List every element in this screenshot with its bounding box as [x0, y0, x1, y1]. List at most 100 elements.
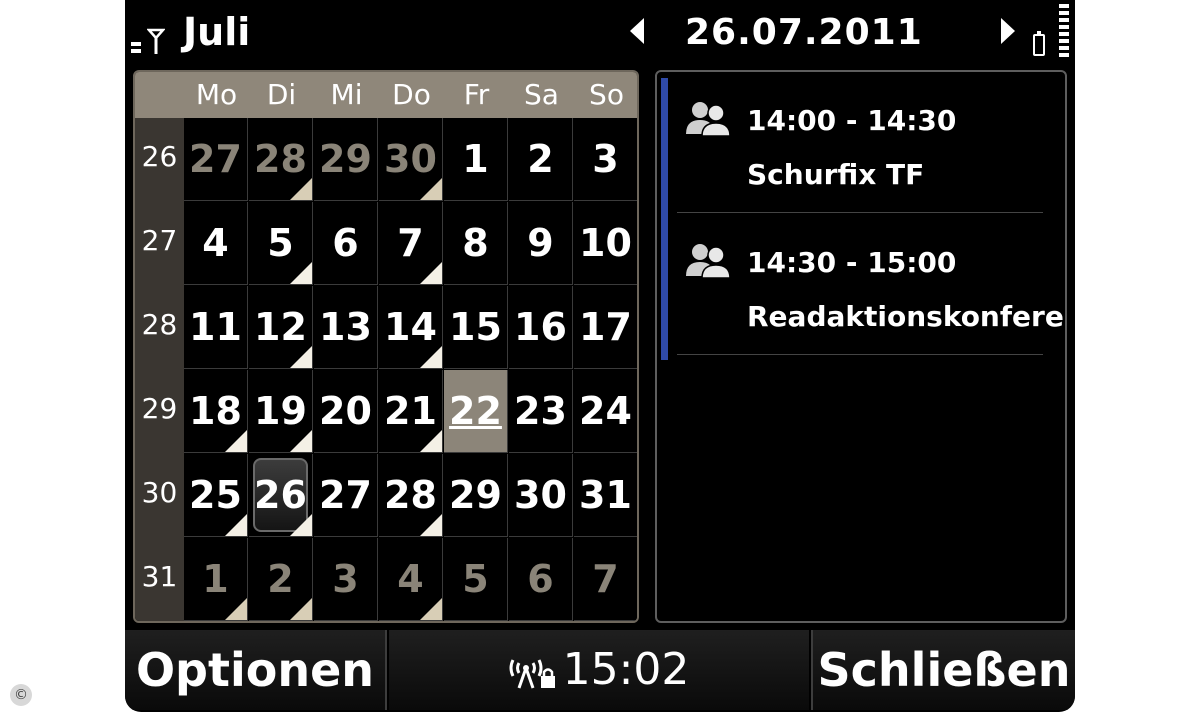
week-number: 31: [141, 560, 178, 593]
weekday-label: Sa: [524, 78, 559, 111]
copyright-icon: ©: [10, 684, 32, 706]
event-marker-icon: [290, 178, 312, 200]
day-cell[interactable]: 30: [509, 454, 573, 537]
event-marker-icon: [290, 262, 312, 284]
day-cell[interactable]: 17: [574, 286, 637, 369]
day-cell[interactable]: 1: [184, 538, 248, 621]
day-number: 24: [579, 389, 632, 433]
current-date: 26.07.2011: [685, 12, 923, 53]
softkey-bar: Optionen 15:02 Schließen: [125, 630, 1075, 712]
close-softkey[interactable]: Schließen: [811, 630, 1075, 710]
day-cell[interactable]: 29: [444, 454, 508, 537]
day-cell[interactable]: 30: [379, 118, 443, 201]
day-number: 11: [189, 305, 242, 349]
day-number: 31: [579, 473, 632, 517]
day-cell[interactable]: 1: [444, 118, 508, 201]
day-number: 19: [254, 389, 307, 433]
clock-time: 15:02: [562, 644, 690, 695]
day-cell[interactable]: 18: [184, 370, 248, 453]
event-marker-icon: [420, 178, 442, 200]
day-number: 8: [462, 221, 489, 265]
day-cell[interactable]: 4: [184, 202, 248, 285]
event-marker-icon: [290, 598, 312, 620]
day-cell[interactable]: 27: [184, 118, 248, 201]
day-events-panel: 14:00 - 14:30 Schurfix TF 14:30 - 15:00 …: [655, 70, 1067, 623]
day-cell[interactable]: 11: [184, 286, 248, 369]
month-label: Juli: [183, 10, 251, 54]
day-cell[interactable]: 27: [314, 454, 378, 537]
signal-strength-icon: [131, 42, 141, 60]
people-icon: [686, 244, 731, 278]
selected-day-cell[interactable]: 26: [249, 454, 313, 537]
day-cell[interactable]: 5: [249, 202, 313, 285]
day-cell[interactable]: 7: [379, 202, 443, 285]
day-number: 17: [579, 305, 632, 349]
day-cell[interactable]: 2: [249, 538, 313, 621]
day-cell[interactable]: 23: [509, 370, 573, 453]
event-marker-icon: [225, 598, 247, 620]
day-cell[interactable]: 25: [184, 454, 248, 537]
day-cell[interactable]: 20: [314, 370, 378, 453]
day-cell[interactable]: 3: [314, 538, 378, 621]
event-item[interactable]: 14:00 - 14:30 Schurfix TF: [677, 72, 1043, 213]
day-cell[interactable]: 12: [249, 286, 313, 369]
day-cell[interactable]: 6: [509, 538, 573, 621]
event-marker-icon: [420, 514, 442, 536]
event-marker-icon: [290, 514, 312, 536]
day-number: 12: [254, 305, 307, 349]
event-marker-icon: [225, 430, 247, 452]
day-cell[interactable]: 16: [509, 286, 573, 369]
week-number: 30: [141, 476, 178, 509]
day-number: 23: [514, 389, 567, 433]
day-cell[interactable]: 29: [314, 118, 378, 201]
day-number: 28: [384, 473, 437, 517]
day-cell[interactable]: 21: [379, 370, 443, 453]
weekday-label: Mo: [195, 78, 238, 111]
day-cell[interactable]: 2: [509, 118, 573, 201]
event-time-bar: [661, 78, 668, 360]
day-cell[interactable]: 8: [444, 202, 508, 285]
weekday-label: Mi: [330, 78, 363, 111]
today-cell[interactable]: 22: [444, 370, 508, 453]
day-cell[interactable]: 24: [574, 370, 637, 453]
day-number: 21: [384, 389, 437, 433]
day-cell[interactable]: 9: [509, 202, 573, 285]
day-number: 30: [514, 473, 567, 517]
event-marker-icon: [290, 430, 312, 452]
day-cell[interactable]: 10: [574, 202, 637, 285]
event-time: 14:30 - 15:00: [747, 246, 957, 279]
day-cell[interactable]: 14: [379, 286, 443, 369]
day-cell[interactable]: 15: [444, 286, 508, 369]
day-cell[interactable]: 19: [249, 370, 313, 453]
day-number: 6: [527, 557, 554, 601]
day-number: 5: [267, 221, 294, 265]
day-number: 18: [189, 389, 242, 433]
day-cell[interactable]: 28: [379, 454, 443, 537]
day-number: 22: [449, 389, 502, 433]
event-marker-icon: [420, 598, 442, 620]
day-cell[interactable]: 7: [574, 538, 637, 621]
day-number: 1: [202, 557, 229, 601]
next-day-arrow-icon[interactable]: [1001, 18, 1015, 44]
options-softkey[interactable]: Optionen: [125, 630, 387, 710]
weekday-header: Mo Di Mi Do Fr Sa So: [135, 72, 637, 118]
week-number: 28: [141, 308, 178, 341]
day-cell[interactable]: 4: [379, 538, 443, 621]
event-item[interactable]: 14:30 - 15:00 Readaktionskonfere...: [677, 214, 1065, 355]
week-number: 26: [141, 140, 178, 173]
day-cell[interactable]: 3: [574, 118, 637, 201]
battery-level-icon: [1059, 4, 1069, 60]
event-title: Schurfix TF: [747, 158, 925, 191]
previous-day-arrow-icon[interactable]: [630, 18, 644, 44]
day-cell[interactable]: 5: [444, 538, 508, 621]
day-number: 29: [319, 137, 372, 181]
day-number: 29: [449, 473, 502, 517]
day-cell[interactable]: 6: [314, 202, 378, 285]
day-number: 30: [384, 137, 437, 181]
day-cell[interactable]: 13: [314, 286, 378, 369]
day-number: 16: [514, 305, 567, 349]
event-marker-icon: [290, 346, 312, 368]
day-cell[interactable]: 28: [249, 118, 313, 201]
day-cell[interactable]: 31: [574, 454, 637, 537]
event-marker-icon: [225, 514, 247, 536]
